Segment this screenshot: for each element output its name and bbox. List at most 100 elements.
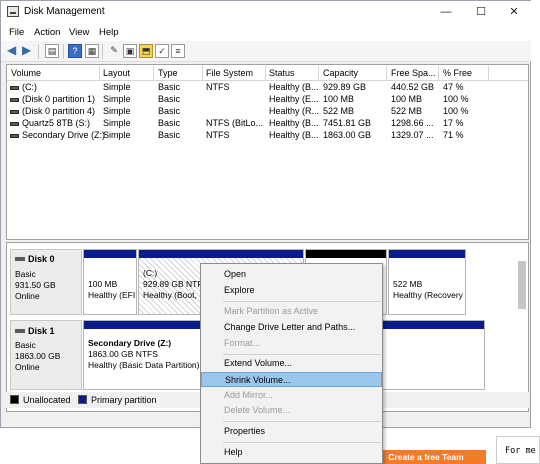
menu-item-explore[interactable]: Explore [201, 283, 382, 298]
primary-partition-band [389, 250, 465, 258]
volume-capacity: 7451.81 GB [323, 118, 372, 128]
volume-status: Healthy (B... [269, 118, 319, 128]
list-icon[interactable]: ≡ [171, 44, 185, 58]
primary-partition-band [139, 250, 303, 258]
create-team-button[interactable]: Create a free Team [366, 450, 486, 464]
menu-action[interactable]: Action [34, 27, 60, 38]
table-row[interactable]: (C:) Simple Basic NTFS Healthy (B... 929… [7, 82, 528, 94]
menu-item-properties[interactable]: Properties [201, 424, 382, 439]
column-separator [488, 66, 489, 80]
help-icon[interactable]: ? [68, 44, 82, 58]
column-header-file-system[interactable]: File System [206, 68, 253, 78]
menu-item-open[interactable]: Open [201, 267, 382, 282]
disk-type: Basic [15, 340, 36, 350]
toolbar-separator [102, 44, 103, 59]
disk-management-app-icon [7, 6, 19, 17]
menu-item-change-drive-letter[interactable]: Change Drive Letter and Paths... [201, 320, 382, 335]
maximize-button[interactable]: ☐ [470, 4, 492, 20]
volume-list-header: Volume Layout Type File System Status Ca… [7, 65, 528, 81]
menu-item-help[interactable]: Help [201, 445, 382, 460]
volume-file-system: NTFS [206, 82, 230, 92]
close-button[interactable]: ✕ [503, 4, 525, 20]
disk-0-info[interactable]: Disk 0 Basic 931.50 GB Online [10, 249, 82, 315]
volume-percent-free: 47 % [443, 82, 464, 92]
menu-item-mark-active: Mark Partition as Active [201, 304, 382, 319]
volume-name: (Disk 0 partition 4) [22, 106, 96, 116]
volume-status: Healthy (B... [269, 82, 319, 92]
legend-unallocated: Unallocated [23, 395, 71, 405]
volume-type: Basic [158, 106, 181, 116]
table-row[interactable]: Secondary Drive (Z:) Simple Basic NTFS H… [7, 130, 528, 142]
volume-name: Quartz5 8TB (S:) [22, 118, 91, 128]
column-separator [153, 66, 154, 80]
toolbar: ◀ ▶ ▤ ? ▦ ✎ ▣ ⬒ ✓ ≡ [1, 41, 531, 62]
vertical-scrollbar[interactable] [518, 247, 526, 317]
settings-icon[interactable]: ▣ [123, 44, 137, 58]
partition-line1: 522 MB [393, 279, 423, 289]
menu-item-label: Help [224, 447, 243, 457]
column-header-volume[interactable]: Volume [11, 68, 41, 78]
column-header-type[interactable]: Type [158, 68, 178, 78]
properties-icon[interactable]: ▦ [85, 44, 99, 58]
drive-icon [10, 86, 19, 90]
column-header-capacity[interactable]: Capacity [323, 68, 358, 78]
menu-separator [223, 421, 381, 422]
volume-layout: Simple [103, 130, 131, 140]
volume-name: Secondary Drive (Z:) [22, 130, 106, 140]
menu-view[interactable]: View [69, 27, 89, 38]
menu-item-shrink-volume[interactable]: Shrink Volume... [201, 372, 382, 387]
disk-name: Disk 1 [28, 326, 55, 336]
disk-1-info[interactable]: Disk 1 Basic 1863.00 GB Online [10, 320, 82, 390]
menu-item-label: Open [224, 269, 247, 279]
forward-arrow-icon[interactable]: ▶ [22, 43, 31, 57]
volume-type: Basic [158, 82, 181, 92]
minimize-button[interactable]: — [435, 4, 457, 20]
drive-icon [10, 110, 19, 114]
volume-list[interactable]: Volume Layout Type File System Status Ca… [6, 64, 529, 240]
legend-primary-partition: Primary partition [91, 395, 157, 405]
partition-line3: Healthy (Basic Data Partition) [88, 360, 200, 370]
scrollbar-thumb[interactable] [518, 261, 526, 309]
partition-recovery[interactable]: 522 MB Healthy (Recovery [388, 249, 466, 315]
volume-percent-free: 17 % [443, 118, 464, 128]
console-tree-icon[interactable]: ▤ [45, 44, 59, 58]
menu-item-format: Format... [201, 336, 382, 351]
menu-file[interactable]: File [9, 27, 24, 38]
menu-bar: File Action View Help [1, 23, 531, 41]
volume-capacity: 100 MB [323, 94, 355, 104]
column-header-percent-free[interactable]: % Free [443, 68, 472, 78]
volume-status: Healthy (B... [269, 130, 319, 140]
volume-capacity: 1863.00 GB [323, 130, 372, 140]
table-row[interactable]: (Disk 0 partition 1) Simple Basic Health… [7, 94, 528, 106]
partition-line1: 100 MB [88, 279, 118, 289]
column-separator [386, 66, 387, 80]
column-header-free-space[interactable]: Free Spa... [391, 68, 436, 78]
unallocated-swatch [10, 395, 19, 404]
drive-icon [10, 98, 19, 102]
volume-free-space: 1329.07 ... [391, 130, 434, 140]
primary-partition-swatch [78, 395, 87, 404]
column-header-status[interactable]: Status [269, 68, 295, 78]
table-row[interactable]: (Disk 0 partition 4) Simple Basic Health… [7, 106, 528, 118]
partition-efi[interactable]: 100 MB Healthy (EFI [83, 249, 137, 315]
menu-item-add-mirror: Add Mirror... [201, 388, 382, 403]
column-header-layout[interactable]: Layout [103, 68, 130, 78]
table-row[interactable]: Quartz5 8TB (S:) Simple Basic NTFS (BitL… [7, 118, 528, 130]
volume-capacity: 929.89 GB [323, 82, 367, 92]
context-menu: Open Explore Mark Partition as Active Ch… [200, 263, 383, 464]
menu-item-label: Delete Volume... [224, 405, 291, 415]
menu-separator [223, 354, 381, 355]
menu-item-label: Mark Partition as Active [224, 306, 319, 316]
volume-capacity: 522 MB [323, 106, 355, 116]
menu-item-extend-volume[interactable]: Extend Volume... [201, 356, 382, 371]
connect-icon[interactable]: ✎ [107, 44, 121, 58]
folder-icon[interactable]: ⬒ [139, 44, 153, 58]
volume-status: Healthy (R... [269, 106, 320, 116]
back-arrow-icon[interactable]: ◀ [7, 43, 16, 57]
check-icon[interactable]: ✓ [155, 44, 169, 58]
volume-free-space: 522 MB [391, 106, 423, 116]
unallocated-band [306, 250, 386, 258]
volume-type: Basic [158, 94, 181, 104]
menu-help[interactable]: Help [99, 27, 119, 38]
partition-line1: Secondary Drive (Z:) [88, 338, 172, 348]
